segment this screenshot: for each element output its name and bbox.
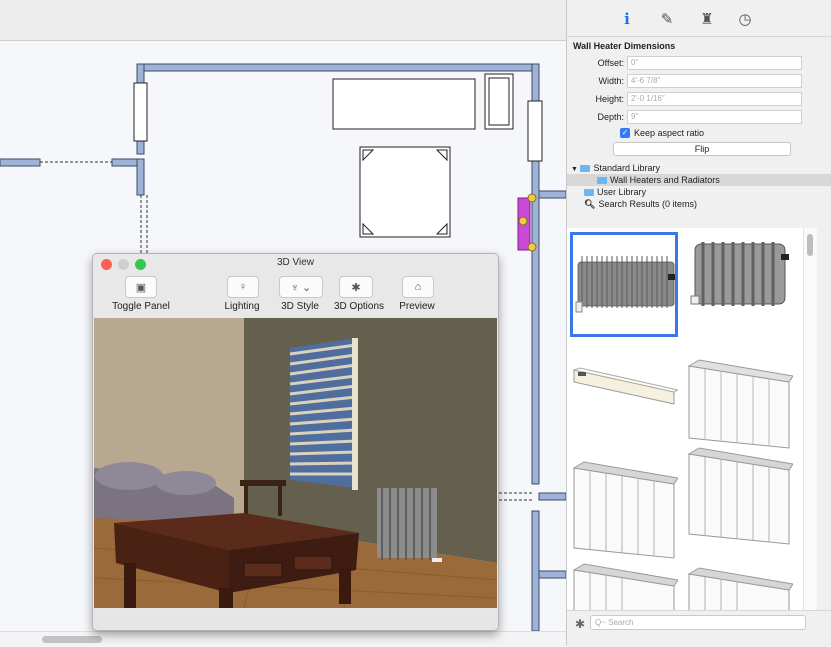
- coffee-table-outline: [359, 146, 451, 238]
- depth-field[interactable]: 9": [627, 110, 802, 124]
- gallery-item-baseboard-heater[interactable]: [570, 348, 680, 453]
- depth-label: Depth:: [597, 112, 624, 122]
- height-field[interactable]: 2'-0 1/16": [627, 92, 802, 106]
- baseboard-heater-thumbnail: [572, 367, 680, 405]
- object-gallery: [567, 228, 803, 610]
- wall-right-lower: [531, 510, 540, 632]
- tree-item-wall-heaters[interactable]: Wall Heaters and Radiators: [567, 174, 831, 186]
- brush-icon: ♆ ⌄: [290, 281, 312, 294]
- tree-item-user-library[interactable]: User Library: [567, 186, 831, 198]
- gallery-item-radiator-classic[interactable]: [570, 232, 678, 337]
- magnifier-icon: 🔍︎: [584, 199, 596, 209]
- section-title: Wall Heater Dimensions: [573, 41, 676, 51]
- gallery-item-panel-radiator-5[interactable]: [685, 564, 794, 610]
- gallery-scrollbar[interactable]: [803, 228, 817, 610]
- library-search-input[interactable]: Q~ Search: [590, 615, 806, 630]
- wall-top: [136, 63, 540, 72]
- preview-label: Preview: [399, 301, 435, 312]
- panel-radiator-4-thumbnail: [572, 563, 679, 610]
- bulb-icon: ♀: [238, 281, 248, 293]
- chair-icon[interactable]: ♜: [697, 9, 717, 29]
- window-footer: [93, 610, 498, 630]
- 3d-options-button[interactable]: ✱: [339, 276, 373, 298]
- scroll-thumb[interactable]: [807, 234, 813, 256]
- gallery-item-panel-radiator-2[interactable]: [570, 458, 679, 563]
- flip-button[interactable]: Flip: [613, 142, 791, 156]
- panel-radiator-thumbnail: [687, 359, 794, 449]
- keep-aspect-label: Keep aspect ratio: [634, 128, 705, 138]
- home-icon: ⌂: [414, 281, 422, 293]
- offset-row: Offset: 0": [567, 56, 831, 70]
- panel-radiator-3-thumbnail: [687, 447, 794, 545]
- wall-right-ext: [538, 190, 567, 199]
- room-render: [93, 318, 498, 609]
- offset-label: Offset:: [597, 58, 624, 68]
- wall-left-mid: [136, 158, 145, 196]
- 3d-style-label: 3D Style: [281, 301, 319, 312]
- 3d-options-label: 3D Options: [333, 301, 385, 312]
- window-title: 3D View: [276, 257, 315, 268]
- gear-icon: ✱: [351, 281, 361, 294]
- checkmark-icon[interactable]: ✓: [620, 128, 630, 138]
- library-bottom-bar: ✱ Q~ Search: [567, 610, 831, 647]
- radiator-classic-thumbnail: [575, 256, 676, 313]
- clock-icon[interactable]: ◷: [735, 9, 755, 29]
- panel-radiator-2-thumbnail: [572, 461, 679, 559]
- library-tree: ▼ Standard Library Wall Heaters and Radi…: [567, 162, 831, 210]
- gallery-item-panel-radiator-4[interactable]: [570, 560, 679, 610]
- lighting-button[interactable]: ♀: [227, 276, 259, 298]
- offset-field[interactable]: 0": [627, 56, 802, 70]
- 3d-scene-render[interactable]: [93, 318, 498, 609]
- lighting-label: Lighting: [224, 301, 260, 312]
- toggle-panel-icon: ▣: [135, 281, 147, 294]
- wall-left-ext: [0, 158, 41, 167]
- height-row: Height: 2'-0 1/16": [567, 92, 831, 106]
- paint-brush-icon[interactable]: ✎: [657, 9, 677, 29]
- keep-aspect-checkbox[interactable]: ✓ Keep aspect ratio: [620, 128, 704, 138]
- window-right: [527, 100, 543, 162]
- height-label: Height:: [595, 94, 624, 104]
- gear-icon[interactable]: ✱: [575, 617, 585, 631]
- scroll-thumb[interactable]: [42, 636, 102, 643]
- tree-item-standard-library[interactable]: ▼ Standard Library: [567, 162, 831, 174]
- wall-right-ext-3: [538, 570, 567, 579]
- width-row: Width: 4'-6 7/8": [567, 74, 831, 88]
- 3d-style-button[interactable]: ♆ ⌄: [279, 276, 323, 298]
- width-field[interactable]: 4'-6 7/8": [627, 74, 802, 88]
- window-left: [133, 82, 148, 142]
- folder-icon: [597, 177, 607, 185]
- radiator-column-thumbnail: [690, 242, 789, 306]
- gallery-item-radiator-column[interactable]: [685, 232, 793, 337]
- toggle-panel-label: Toggle Panel: [112, 301, 170, 312]
- wall-right-ext-2: [538, 492, 567, 501]
- folder-icon: [580, 165, 591, 173]
- inspector-panel: i ✎ ♜ ◷ Wall Heater Dimensions Offset: 0…: [566, 0, 831, 647]
- horizontal-scrollbar[interactable]: [0, 631, 566, 647]
- folder-icon: [584, 189, 594, 197]
- toggle-panel-button[interactable]: ▣: [125, 276, 157, 298]
- gallery-item-panel-radiator[interactable]: [685, 348, 794, 453]
- main-toolbar: [0, 0, 566, 41]
- depth-row: Depth: 9": [567, 110, 831, 124]
- disclosure-triangle-icon[interactable]: ▼: [571, 166, 578, 173]
- inspector-tabs: i ✎ ♜ ◷: [567, 0, 831, 37]
- gallery-item-panel-radiator-3[interactable]: [685, 444, 794, 549]
- sofa-outline: [332, 78, 476, 130]
- 3d-view-window: 3D View ▣ Toggle Panel ♀ Lighting ♆ ⌄ 3D…: [92, 253, 499, 631]
- tree-item-search-results[interactable]: 🔍︎ Search Results (0 items): [567, 198, 831, 210]
- info-icon[interactable]: i: [617, 9, 637, 29]
- preview-button[interactable]: ⌂: [402, 276, 434, 298]
- panel-radiator-5-thumbnail: [687, 567, 794, 610]
- width-label: Width:: [598, 76, 624, 86]
